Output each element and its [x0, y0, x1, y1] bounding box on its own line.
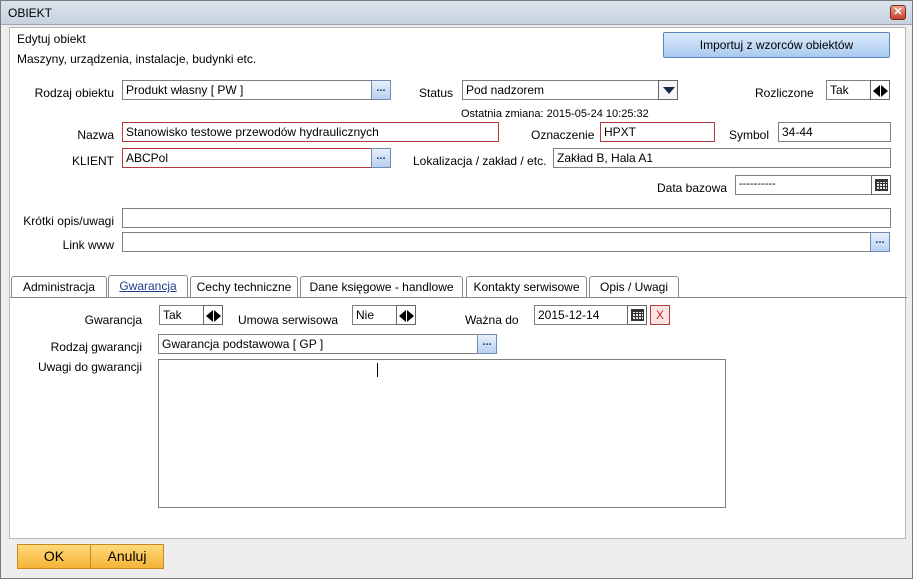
arrow-left-icon: [206, 310, 213, 322]
dialog-heading: Edytuj obiekt: [17, 32, 86, 46]
krotki-opis-field[interactable]: [122, 208, 891, 228]
dialog-window: OBIEKT ✕ Edytuj obiekt Maszyny, urządzen…: [0, 0, 913, 579]
dialog-subheading: Maszyny, urządzenia, instalacje, budynki…: [17, 52, 257, 66]
gwarancja-field[interactable]: Tak: [159, 305, 205, 325]
klient-field[interactable]: ABCPol: [122, 148, 372, 168]
gwarancja-toggle-button[interactable]: [203, 305, 223, 325]
link-www-label: Link www: [62, 238, 114, 252]
footer-bar: OK Anuluj: [9, 542, 906, 574]
lokalizacja-label: Lokalizacja / zakład / etc.: [413, 154, 547, 168]
tab-cechy-techniczne[interactable]: Cechy techniczne: [190, 276, 298, 297]
data-bazowa-field[interactable]: ----------: [735, 175, 873, 195]
link-www-field[interactable]: [122, 232, 871, 252]
klient-label: KLIENT: [71, 154, 114, 168]
klient-picker-button[interactable]: ...: [371, 148, 391, 168]
arrow-right-icon: [407, 310, 414, 322]
rozliczone-toggle-button[interactable]: [870, 80, 890, 100]
wazna-do-label: Ważna do: [465, 313, 519, 327]
rodzaj-obiektu-field[interactable]: Produkt własny [ PW ]: [122, 80, 372, 100]
rodzaj-gwarancji-picker-button[interactable]: ...: [477, 334, 497, 354]
nazwa-field[interactable]: Stanowisko testowe przewodów hydrauliczn…: [122, 122, 499, 142]
symbol-label: Symbol: [729, 128, 770, 142]
close-icon[interactable]: ✕: [890, 5, 906, 20]
status-select[interactable]: Pod nadzorem: [462, 80, 660, 100]
umowa-serwisowa-toggle-button[interactable]: [396, 305, 416, 325]
rodzaj-gwarancji-label: Rodzaj gwarancji: [50, 340, 142, 354]
krotki-opis-label: Krótki opis/uwagi: [23, 214, 114, 228]
ok-button[interactable]: OK: [17, 544, 91, 569]
main-panel: Edytuj obiekt Maszyny, urządzenia, insta…: [9, 27, 907, 539]
text-caret: [377, 363, 378, 377]
data-bazowa-label: Data bazowa: [657, 181, 728, 195]
rodzaj-obiektu-picker-button[interactable]: ...: [371, 80, 391, 100]
link-www-open-button[interactable]: ...: [870, 232, 890, 252]
tab-dane-ksiegowe[interactable]: Dane księgowe - handlowe: [300, 276, 463, 297]
status-label: Status: [419, 86, 454, 100]
calendar-icon[interactable]: [871, 175, 891, 195]
uwagi-do-gwarancji-label: Uwagi do gwarancji: [37, 360, 142, 374]
tab-opis-uwagi[interactable]: Opis / Uwagi: [589, 276, 679, 297]
calendar-icon[interactable]: [627, 305, 647, 325]
arrow-left-icon: [399, 310, 406, 322]
last-change-text: Ostatnia zmiana: 2015-05-24 10:25:32: [461, 108, 649, 120]
arrow-right-icon: [881, 85, 888, 97]
tab-kontakty-serwisowe[interactable]: Kontakty serwisowe: [466, 276, 587, 297]
umowa-serwisowa-label: Umowa serwisowa: [238, 313, 339, 327]
uwagi-do-gwarancji-textarea[interactable]: [158, 359, 726, 508]
lokalizacja-field[interactable]: Zakład B, Hala A1: [553, 148, 891, 168]
rozliczone-field[interactable]: Tak: [826, 80, 872, 100]
nazwa-label: Nazwa: [77, 128, 114, 142]
oznaczenie-field[interactable]: HPXT: [600, 122, 715, 142]
tab-gwarancja[interactable]: Gwarancja: [108, 275, 188, 297]
rozliczone-label: Rozliczone: [755, 86, 814, 100]
import-templates-button[interactable]: Importuj z wzorców obiektów: [663, 32, 890, 58]
umowa-serwisowa-field[interactable]: Nie: [352, 305, 398, 325]
arrow-left-icon: [873, 85, 880, 97]
wazna-do-field[interactable]: 2015-12-14: [534, 305, 628, 325]
rodzaj-obiektu-label: Rodzaj obiektu: [34, 86, 114, 100]
window-title: OBIEKT: [8, 6, 53, 20]
gwarancja-label: Gwarancja: [84, 313, 142, 327]
arrow-right-icon: [214, 310, 221, 322]
symbol-field[interactable]: 34-44: [778, 122, 891, 142]
status-dropdown-button[interactable]: [658, 80, 678, 100]
rodzaj-gwarancji-field[interactable]: Gwarancja podstawowa [ GP ]: [158, 334, 478, 354]
cancel-button[interactable]: Anuluj: [90, 544, 164, 569]
chevron-down-icon: [663, 87, 675, 94]
title-bar[interactable]: OBIEKT ✕: [1, 1, 912, 25]
tab-strip-border: [10, 297, 907, 298]
tab-administracja[interactable]: Administracja: [11, 276, 107, 297]
clear-date-button[interactable]: X: [650, 305, 670, 325]
oznaczenie-label: Oznaczenie: [531, 128, 595, 142]
